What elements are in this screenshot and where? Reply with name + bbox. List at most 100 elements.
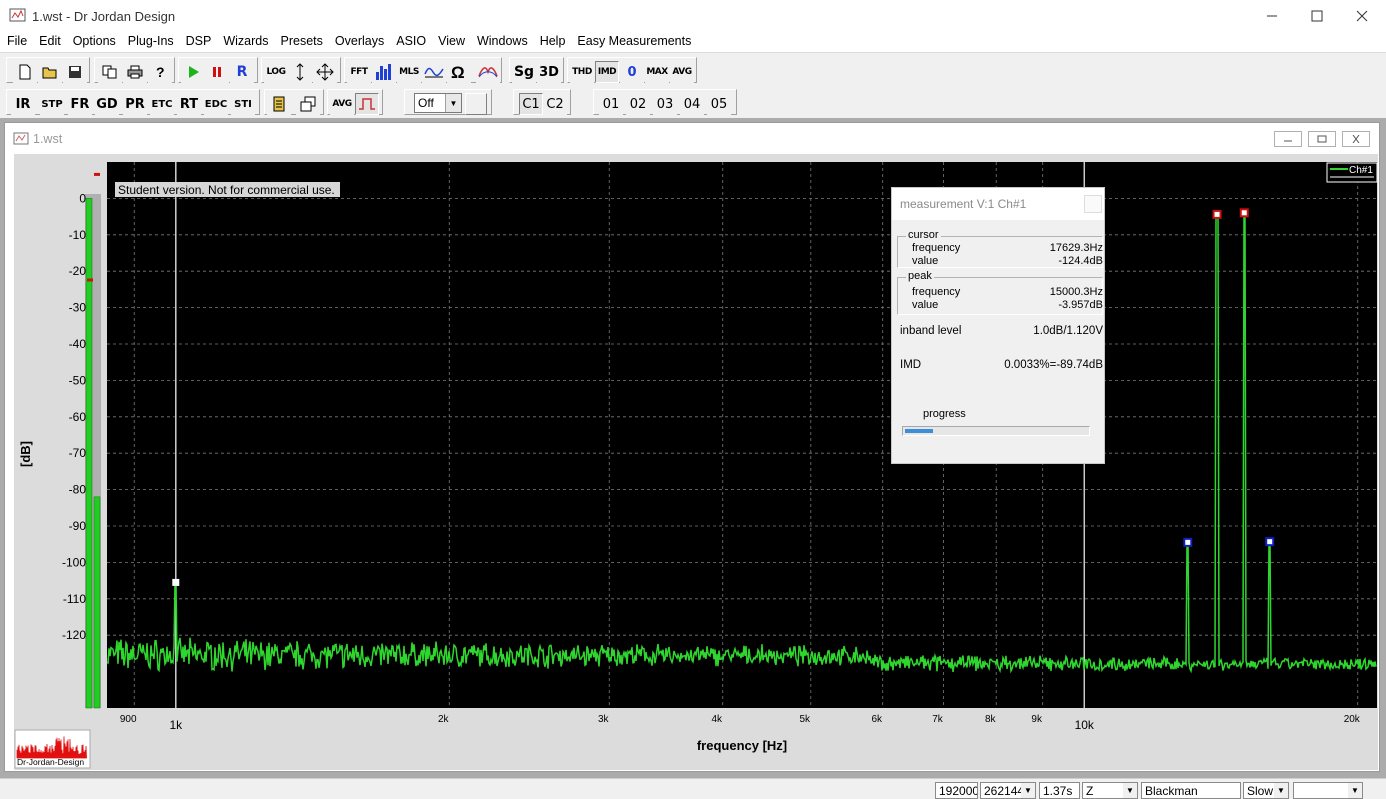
save-button[interactable] [63, 61, 87, 83]
channel-2-button[interactable]: C2 [543, 93, 567, 115]
maximize-icon [1311, 10, 1323, 22]
speed-select[interactable]: Slow ▼ [1243, 782, 1289, 799]
time-field: 1.37s [1039, 782, 1080, 799]
y-axis-label: [dB] [18, 441, 33, 467]
ir-button[interactable]: IR [11, 93, 35, 115]
etc-button[interactable]: ETC [150, 93, 174, 115]
overlay-05-button[interactable]: 05 [707, 93, 731, 115]
filter-button[interactable] [476, 61, 500, 83]
minimize-button[interactable] [1249, 0, 1295, 32]
zero-button[interactable]: 0 [620, 61, 644, 83]
impedance-button[interactable]: Ω [447, 61, 471, 83]
average-button[interactable]: AVG [670, 61, 694, 83]
cascade-windows-icon [300, 96, 316, 112]
measurement-close-button[interactable] [1084, 195, 1102, 213]
y-tick-label: -50 [69, 373, 87, 387]
sti-button[interactable]: STI [231, 93, 255, 115]
mls-button[interactable]: MLS [397, 61, 421, 83]
doc-minimize-button[interactable] [1274, 131, 1302, 147]
vertical-zoom-button[interactable] [288, 61, 312, 83]
rt-button[interactable]: RT [177, 93, 201, 115]
menu-presets[interactable]: Presets [275, 32, 329, 51]
printer-icon [127, 65, 143, 79]
chevron-down-icon: ▼ [1348, 783, 1362, 798]
pause-button[interactable] [205, 61, 229, 83]
overlay-01-button[interactable]: 01 [599, 93, 623, 115]
gate-button[interactable] [355, 93, 379, 115]
pr-button[interactable]: PR [123, 93, 147, 115]
edc-button[interactable]: EDC [204, 93, 228, 115]
menu-dsp[interactable]: DSP [180, 32, 218, 51]
menu-wizards[interactable]: Wizards [217, 32, 274, 51]
measurement-panel: measurement V:1 Ch#1 cursor frequency 17… [891, 187, 1105, 464]
log-button[interactable]: LOG [264, 61, 288, 83]
legend-label-ch1: Ch#1 [1349, 165, 1373, 176]
fft-size-select[interactable]: 262144 ▼ [980, 782, 1036, 799]
properties-button[interactable] [267, 93, 291, 115]
close-icon [1352, 135, 1360, 143]
new-button[interactable] [13, 61, 37, 83]
stp-button[interactable]: STP [40, 93, 64, 115]
spectrum-chart[interactable]: 0 -10 -20 -30 -40 -50 -60 -70 -80 -90 -100 -110 -120… [14, 154, 1378, 770]
copy-button[interactable] [98, 61, 122, 83]
doc-close-button[interactable] [1342, 131, 1370, 147]
signal-generator-button[interactable]: Sg [512, 61, 536, 83]
menu-edit[interactable]: Edit [33, 32, 67, 51]
document-list-icon [273, 96, 285, 112]
chevron-down-icon: ▼ [1123, 783, 1137, 798]
fr-button[interactable]: FR [68, 93, 92, 115]
menu-file[interactable]: File [1, 32, 33, 51]
help-button[interactable]: ? [148, 61, 172, 83]
x-tick-label: 6k [871, 714, 883, 725]
svg-text:?: ? [156, 64, 165, 80]
distortion-toolbar: THD IMD 0 MAX AVG [567, 57, 697, 83]
close-button[interactable] [1339, 0, 1385, 32]
progress-bar-fill [905, 429, 933, 433]
print-button[interactable] [123, 61, 147, 83]
weighting-select[interactable]: Z ▼ [1082, 782, 1138, 799]
minimize-icon [1267, 15, 1277, 17]
avg-button[interactable]: AVG [330, 93, 354, 115]
thd-button[interactable]: THD [570, 61, 594, 83]
max-button[interactable]: MAX [645, 61, 669, 83]
menu-windows[interactable]: Windows [471, 32, 534, 51]
maximize-button[interactable] [1294, 0, 1340, 32]
inband-level-value: 1.0dB/1.120V [1033, 325, 1103, 337]
gd-button[interactable]: GD [95, 93, 119, 115]
spectrum-bars-button[interactable] [372, 61, 396, 83]
menu-help[interactable]: Help [534, 32, 572, 51]
menu-options[interactable]: Options [67, 32, 122, 51]
fft-size-value: 262144 [984, 784, 1025, 798]
menu-easy-measurements[interactable]: Easy Measurements [571, 32, 697, 51]
menu-asio[interactable]: ASIO [390, 32, 432, 51]
x-tick-label: 10k [1075, 718, 1095, 732]
waveform-button[interactable] [422, 61, 446, 83]
open-button[interactable] [38, 61, 62, 83]
x-tick-label: 900 [120, 714, 137, 725]
smoothing-select[interactable]: Off ▼ [414, 93, 462, 113]
record-button[interactable]: R [230, 61, 254, 83]
logo-text: Dr-Jordan-Design [17, 757, 84, 767]
cursor-frequency-value: 17629.3Hz [1049, 242, 1103, 254]
x-tick-label: 20k [1344, 714, 1361, 725]
pan-button[interactable] [313, 61, 337, 83]
waterfall-3d-button[interactable]: 3D [537, 61, 561, 83]
overlay-04-button[interactable]: 04 [680, 93, 704, 115]
menu-overlays[interactable]: Overlays [329, 32, 390, 51]
menu-plug-ins[interactable]: Plug-Ins [122, 32, 180, 51]
menu-view[interactable]: View [432, 32, 471, 51]
view-toolbar: LOG [261, 57, 341, 83]
fft-button[interactable]: FFT [347, 61, 371, 83]
extra-select[interactable]: ▼ [1293, 782, 1363, 799]
play-button[interactable] [181, 61, 205, 83]
cascade-button[interactable] [296, 93, 320, 115]
play-icon [189, 66, 199, 78]
imd-label: IMD [900, 359, 922, 371]
doc-restore-button[interactable] [1308, 131, 1336, 147]
channel-1-button[interactable]: C1 [519, 93, 543, 115]
imd-button[interactable]: IMD [595, 61, 619, 83]
analysis-toolbar: FFT MLS Ω [344, 57, 502, 83]
overlay-03-button[interactable]: 03 [653, 93, 677, 115]
smoothing-apply-button[interactable] [465, 93, 487, 115]
overlay-02-button[interactable]: 02 [626, 93, 650, 115]
